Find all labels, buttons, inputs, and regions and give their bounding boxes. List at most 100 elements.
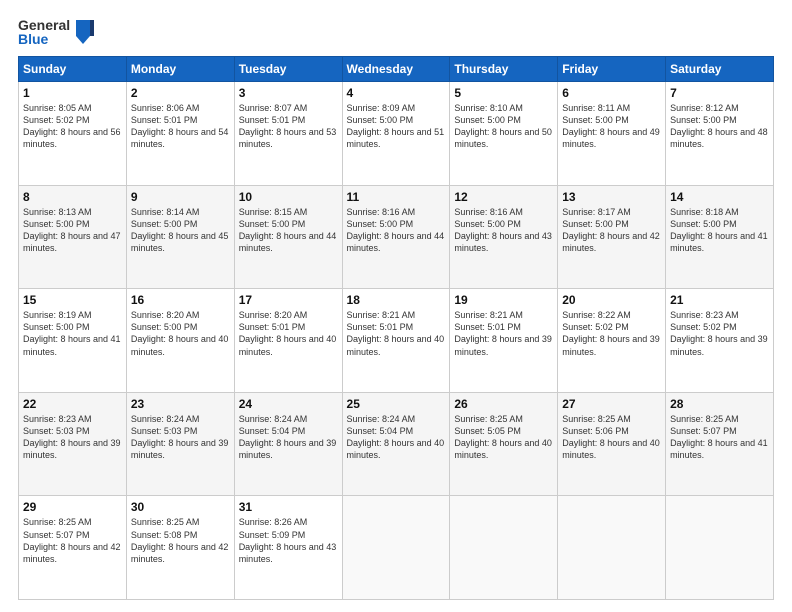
calendar-cell: 6 Sunrise: 8:11 AMSunset: 5:00 PMDaylight…	[558, 82, 666, 186]
day-number: 28	[670, 397, 769, 411]
week-row-1: 1 Sunrise: 8:05 AMSunset: 5:02 PMDaylight…	[19, 82, 774, 186]
weekday-header-tuesday: Tuesday	[234, 57, 342, 82]
cell-text: Sunrise: 8:11 AMSunset: 5:00 PMDaylight:…	[562, 103, 660, 149]
cell-text: Sunrise: 8:21 AMSunset: 5:01 PMDaylight:…	[347, 310, 445, 356]
cell-text: Sunrise: 8:25 AMSunset: 5:07 PMDaylight:…	[23, 517, 121, 563]
calendar-cell: 25 Sunrise: 8:24 AMSunset: 5:04 PMDayligh…	[342, 392, 450, 496]
cell-text: Sunrise: 8:19 AMSunset: 5:00 PMDaylight:…	[23, 310, 121, 356]
cell-text: Sunrise: 8:25 AMSunset: 5:07 PMDaylight:…	[670, 414, 768, 460]
day-number: 26	[454, 397, 553, 411]
day-number: 25	[347, 397, 446, 411]
calendar-cell: 21 Sunrise: 8:23 AMSunset: 5:02 PMDayligh…	[666, 289, 774, 393]
day-number: 23	[131, 397, 230, 411]
calendar-cell: 9Sunrise: 8:14 AMSunset: 5:00 PMDaylight…	[126, 185, 234, 289]
day-number: 22	[23, 397, 122, 411]
weekday-header-monday: Monday	[126, 57, 234, 82]
day-number: 30	[131, 500, 230, 514]
day-number: 19	[454, 293, 553, 307]
calendar-cell: 4 Sunrise: 8:09 AMSunset: 5:00 PMDaylight…	[342, 82, 450, 186]
day-number: 27	[562, 397, 661, 411]
calendar-cell: 22 Sunrise: 8:23 AMSunset: 5:03 PMDayligh…	[19, 392, 127, 496]
calendar-cell: 26 Sunrise: 8:25 AMSunset: 5:05 PMDayligh…	[450, 392, 558, 496]
cell-text: Sunrise: 8:26 AMSunset: 5:09 PMDaylight:…	[239, 517, 337, 563]
cell-text: Sunrise: 8:05 AMSunset: 5:02 PMDaylight:…	[23, 103, 121, 149]
day-number: 6	[562, 86, 661, 100]
calendar-cell: 7 Sunrise: 8:12 AMSunset: 5:00 PMDaylight…	[666, 82, 774, 186]
week-row-2: 8 Sunrise: 8:13 AMSunset: 5:00 PMDaylight…	[19, 185, 774, 289]
cell-text: Sunrise: 8:23 AMSunset: 5:03 PMDaylight:…	[23, 414, 121, 460]
cell-text: Sunrise: 8:24 AMSunset: 5:04 PMDaylight:…	[239, 414, 337, 460]
calendar-cell: 20 Sunrise: 8:22 AMSunset: 5:02 PMDayligh…	[558, 289, 666, 393]
calendar-cell: 10Sunrise: 8:15 AMSunset: 5:00 PMDayligh…	[234, 185, 342, 289]
day-number: 24	[239, 397, 338, 411]
day-number: 7	[670, 86, 769, 100]
day-number: 4	[347, 86, 446, 100]
day-number: 8	[23, 190, 122, 204]
calendar-cell: 18 Sunrise: 8:21 AMSunset: 5:01 PMDayligh…	[342, 289, 450, 393]
calendar-cell: 27 Sunrise: 8:25 AMSunset: 5:06 PMDayligh…	[558, 392, 666, 496]
week-row-5: 29 Sunrise: 8:25 AMSunset: 5:07 PMDayligh…	[19, 496, 774, 600]
calendar-cell: 17Sunrise: 8:20 AMSunset: 5:01 PMDayligh…	[234, 289, 342, 393]
cell-text: Sunrise: 8:25 AMSunset: 5:06 PMDaylight:…	[562, 414, 660, 460]
cell-text: Sunrise: 8:23 AMSunset: 5:02 PMDaylight:…	[670, 310, 768, 356]
cell-text: Sunrise: 8:13 AMSunset: 5:00 PMDaylight:…	[23, 207, 121, 253]
cell-text: Sunrise: 8:24 AMSunset: 5:04 PMDaylight:…	[347, 414, 445, 460]
day-number: 18	[347, 293, 446, 307]
page: General Blue SundayMondayTuesdayWednesda…	[0, 0, 792, 612]
calendar-cell: 28 Sunrise: 8:25 AMSunset: 5:07 PMDayligh…	[666, 392, 774, 496]
calendar-cell: 8 Sunrise: 8:13 AMSunset: 5:00 PMDaylight…	[19, 185, 127, 289]
calendar-cell: 24 Sunrise: 8:24 AMSunset: 5:04 PMDayligh…	[234, 392, 342, 496]
week-row-4: 22 Sunrise: 8:23 AMSunset: 5:03 PMDayligh…	[19, 392, 774, 496]
day-number: 12	[454, 190, 553, 204]
day-number: 15	[23, 293, 122, 307]
weekday-header-wednesday: Wednesday	[342, 57, 450, 82]
weekday-header-thursday: Thursday	[450, 57, 558, 82]
calendar-cell: 16 Sunrise: 8:20 AMSunset: 5:00 PMDayligh…	[126, 289, 234, 393]
calendar-cell	[342, 496, 450, 600]
calendar-cell: 5Sunrise: 8:10 AMSunset: 5:00 PMDaylight…	[450, 82, 558, 186]
cell-text: Sunrise: 8:21 AMSunset: 5:01 PMDaylight:…	[454, 310, 552, 356]
calendar-cell: 3 Sunrise: 8:07 AMSunset: 5:01 PMDaylight…	[234, 82, 342, 186]
calendar-cell: 2Sunrise: 8:06 AMSunset: 5:01 PMDaylight…	[126, 82, 234, 186]
day-number: 2	[131, 86, 230, 100]
cell-text: Sunrise: 8:20 AMSunset: 5:00 PMDaylight:…	[131, 310, 229, 356]
calendar-cell: 30 Sunrise: 8:25 AMSunset: 5:08 PMDayligh…	[126, 496, 234, 600]
cell-text: Sunrise: 8:25 AMSunset: 5:05 PMDaylight:…	[454, 414, 552, 460]
calendar-cell: 31 Sunrise: 8:26 AMSunset: 5:09 PMDayligh…	[234, 496, 342, 600]
week-row-3: 15 Sunrise: 8:19 AMSunset: 5:00 PMDayligh…	[19, 289, 774, 393]
calendar-cell: 1 Sunrise: 8:05 AMSunset: 5:02 PMDaylight…	[19, 82, 127, 186]
logo-general: General	[18, 18, 70, 32]
weekday-header-saturday: Saturday	[666, 57, 774, 82]
cell-text: Sunrise: 8:15 AMSunset: 5:00 PMDaylight:…	[239, 207, 337, 253]
cell-text: Sunrise: 8:20 AMSunset: 5:01 PMDaylight:…	[239, 310, 337, 356]
day-number: 14	[670, 190, 769, 204]
calendar-cell: 23 Sunrise: 8:24 AMSunset: 5:03 PMDayligh…	[126, 392, 234, 496]
calendar-table: SundayMondayTuesdayWednesdayThursdayFrid…	[18, 56, 774, 600]
day-number: 13	[562, 190, 661, 204]
header: General Blue	[18, 18, 774, 46]
weekday-header-row: SundayMondayTuesdayWednesdayThursdayFrid…	[19, 57, 774, 82]
day-number: 16	[131, 293, 230, 307]
day-number: 1	[23, 86, 122, 100]
day-number: 21	[670, 293, 769, 307]
day-number: 3	[239, 86, 338, 100]
cell-text: Sunrise: 8:17 AMSunset: 5:00 PMDaylight:…	[562, 207, 660, 253]
day-number: 31	[239, 500, 338, 514]
calendar-cell: 29 Sunrise: 8:25 AMSunset: 5:07 PMDayligh…	[19, 496, 127, 600]
weekday-header-sunday: Sunday	[19, 57, 127, 82]
day-number: 9	[131, 190, 230, 204]
cell-text: Sunrise: 8:12 AMSunset: 5:00 PMDaylight:…	[670, 103, 768, 149]
weekday-header-friday: Friday	[558, 57, 666, 82]
day-number: 5	[454, 86, 553, 100]
cell-text: Sunrise: 8:25 AMSunset: 5:08 PMDaylight:…	[131, 517, 229, 563]
day-number: 20	[562, 293, 661, 307]
calendar-cell: 15 Sunrise: 8:19 AMSunset: 5:00 PMDayligh…	[19, 289, 127, 393]
day-number: 29	[23, 500, 122, 514]
cell-text: Sunrise: 8:09 AMSunset: 5:00 PMDaylight:…	[347, 103, 445, 149]
day-number: 11	[347, 190, 446, 204]
cell-text: Sunrise: 8:22 AMSunset: 5:02 PMDaylight:…	[562, 310, 660, 356]
calendar-cell	[558, 496, 666, 600]
cell-text: Sunrise: 8:24 AMSunset: 5:03 PMDaylight:…	[131, 414, 229, 460]
cell-text: Sunrise: 8:18 AMSunset: 5:00 PMDaylight:…	[670, 207, 768, 253]
cell-text: Sunrise: 8:07 AMSunset: 5:01 PMDaylight:…	[239, 103, 337, 149]
